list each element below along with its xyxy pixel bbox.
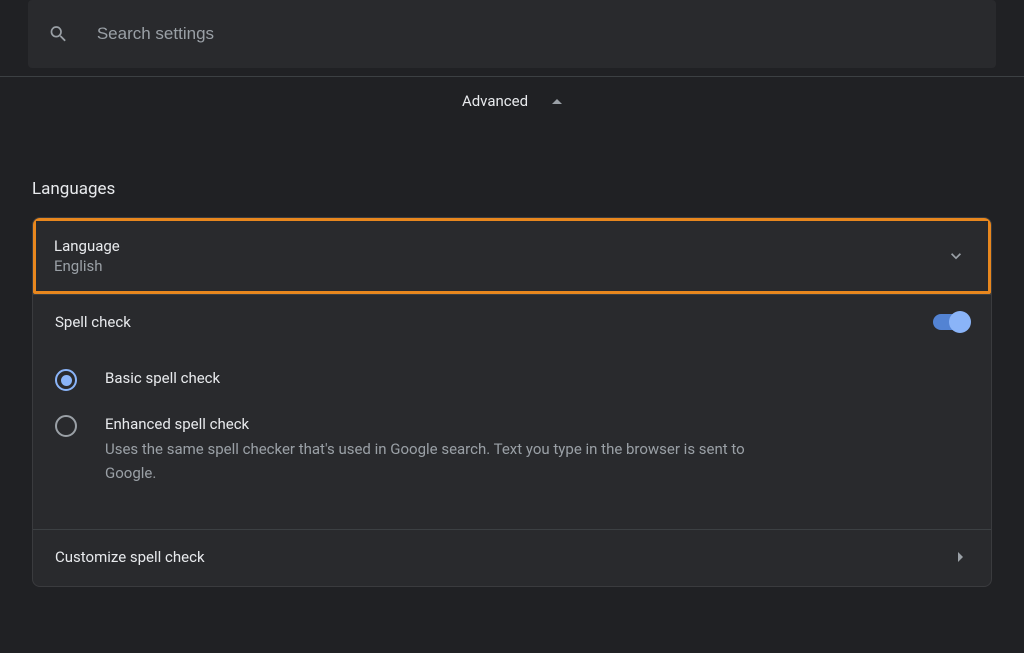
customize-spell-check-row[interactable]: Customize spell check bbox=[33, 530, 991, 586]
languages-section-header: Languages bbox=[32, 179, 992, 199]
search-icon bbox=[48, 23, 69, 45]
spell-check-label: Spell check bbox=[55, 313, 131, 331]
spell-check-toggle[interactable] bbox=[933, 314, 969, 330]
toggle-knob bbox=[949, 311, 971, 333]
advanced-toggle[interactable]: Advanced bbox=[0, 77, 1024, 125]
advanced-label: Advanced bbox=[462, 92, 528, 110]
enhanced-spell-check-label: Enhanced spell check bbox=[105, 415, 745, 433]
search-input[interactable] bbox=[97, 24, 976, 44]
language-value: English bbox=[54, 257, 120, 275]
chevron-down-icon bbox=[946, 246, 966, 266]
caret-right-icon bbox=[958, 552, 963, 562]
customize-spell-check-label: Customize spell check bbox=[55, 548, 205, 566]
enhanced-spell-check-option[interactable]: Enhanced spell check Uses the same spell… bbox=[55, 415, 969, 485]
basic-spell-check-option[interactable]: Basic spell check bbox=[55, 369, 969, 391]
spell-check-section: Spell check Basic spell check bbox=[33, 295, 991, 529]
basic-spell-check-label: Basic spell check bbox=[105, 369, 220, 387]
spell-check-header-row: Spell check bbox=[55, 313, 969, 331]
languages-card: Language English Spell check bbox=[32, 217, 992, 587]
language-selector-row[interactable]: Language English bbox=[33, 218, 991, 294]
enhanced-spell-check-label-block: Enhanced spell check Uses the same spell… bbox=[105, 415, 745, 485]
language-text-block: Language English bbox=[54, 237, 120, 275]
language-title: Language bbox=[54, 237, 120, 255]
caret-up-icon bbox=[552, 99, 562, 104]
radio-selected-icon[interactable] bbox=[55, 369, 77, 391]
search-bar[interactable] bbox=[28, 0, 996, 68]
enhanced-spell-check-description: Uses the same spell checker that's used … bbox=[105, 437, 745, 485]
radio-unselected-icon[interactable] bbox=[55, 415, 77, 437]
radio-inner-dot bbox=[61, 375, 72, 386]
spell-check-radio-group: Basic spell check Enhanced spell check U… bbox=[55, 369, 969, 485]
basic-spell-check-label-block: Basic spell check bbox=[105, 369, 220, 387]
